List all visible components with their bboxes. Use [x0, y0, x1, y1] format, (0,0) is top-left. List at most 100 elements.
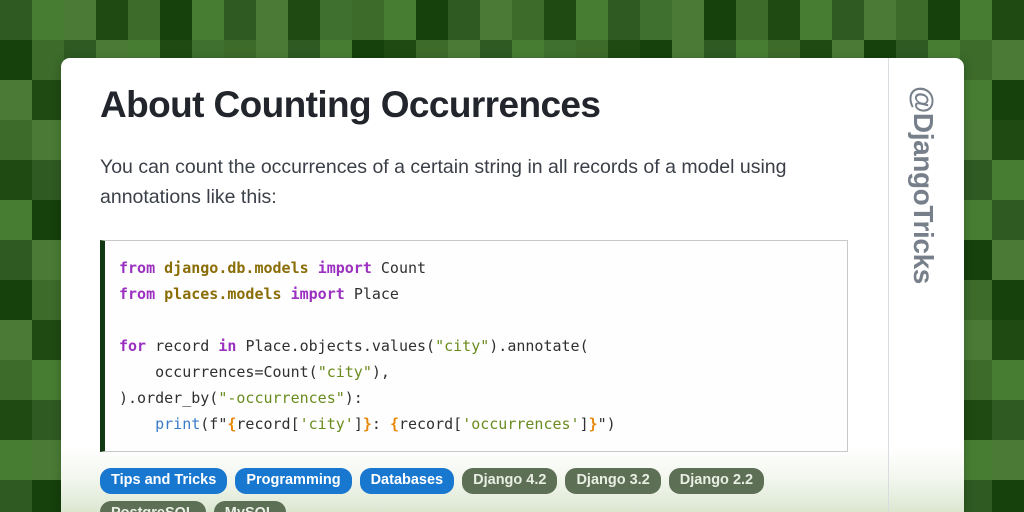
- mosaic-tile: [416, 0, 448, 40]
- mosaic-tile: [704, 0, 736, 40]
- mosaic-tile: [544, 0, 576, 40]
- mosaic-tile: [32, 0, 64, 40]
- mosaic-tile: [448, 0, 480, 40]
- mosaic-tile: [800, 0, 832, 40]
- mosaic-tile: [32, 400, 64, 440]
- code-token: from: [119, 285, 165, 303]
- code-token: in: [218, 337, 246, 355]
- intro-paragraph: You can count the occurrences of a certa…: [100, 156, 787, 208]
- mosaic-tile: [992, 200, 1024, 240]
- mosaic-tile: [32, 360, 64, 400]
- mosaic-tile: [992, 360, 1024, 400]
- mosaic-tile: [0, 0, 32, 40]
- code-token: ).order_by(: [119, 389, 219, 407]
- page-root: About Counting Occurrences You can count…: [0, 0, 1024, 512]
- tag-mysql[interactable]: MySQL: [213, 501, 286, 512]
- mosaic-tile: [992, 160, 1024, 200]
- mosaic-tile: [320, 0, 352, 40]
- mosaic-tile: [896, 0, 928, 40]
- mosaic-tile: [992, 240, 1024, 280]
- mosaic-tile: [960, 80, 992, 120]
- mosaic-tile: [96, 0, 128, 40]
- mosaic-tile: [0, 200, 32, 240]
- mosaic-tile: [0, 320, 32, 360]
- tag-programming[interactable]: Programming: [235, 468, 352, 494]
- handle-column: @DjangoTricks: [888, 58, 964, 512]
- code-token: record: [155, 337, 219, 355]
- code-token: ).annotate(: [489, 337, 589, 355]
- code-token: django.db.models: [164, 259, 318, 277]
- mosaic-tile: [192, 0, 224, 40]
- tag-django-4-2[interactable]: Django 4.2: [462, 468, 558, 494]
- code-block: from django.db.models import Count from …: [100, 240, 848, 452]
- code-token: occurrences=Count(: [119, 363, 318, 381]
- mosaic-tile: [992, 320, 1024, 360]
- tag-django-3-2[interactable]: Django 3.2: [565, 468, 661, 494]
- mosaic-tile: [384, 0, 416, 40]
- mosaic-tile: [928, 0, 960, 40]
- code-token: ):: [344, 389, 363, 407]
- mosaic-tile: [608, 0, 640, 40]
- mosaic-tile: [32, 320, 64, 360]
- mosaic-tile: [32, 440, 64, 480]
- mosaic-tile: [992, 40, 1024, 80]
- code-token: }: [362, 415, 372, 433]
- mosaic-tile: [640, 0, 672, 40]
- code-token: "city": [317, 363, 372, 381]
- code-token: from: [119, 259, 165, 277]
- mosaic-tile: [960, 0, 992, 40]
- author-handle[interactable]: @DjangoTricks: [907, 86, 939, 284]
- code-content: from django.db.models import Count from …: [119, 255, 831, 437]
- code-token: ]: [353, 415, 363, 433]
- mosaic-tile: [32, 40, 64, 80]
- tag-list: Tips and Tricks Programming Databases Djang…: [100, 468, 870, 512]
- mosaic-tile: [64, 0, 96, 40]
- mosaic-tile: [32, 240, 64, 280]
- code-token: Place: [353, 285, 399, 303]
- mosaic-tile: [864, 0, 896, 40]
- mosaic-tile: [992, 400, 1024, 440]
- mosaic-tile: [832, 0, 864, 40]
- mosaic-tile: [480, 0, 512, 40]
- mosaic-tile: [0, 400, 32, 440]
- mosaic-tile: [960, 200, 992, 240]
- mosaic-tile: [992, 480, 1024, 512]
- tag-postgresql[interactable]: PostgreSQL: [100, 501, 206, 512]
- tag-tips-and-tricks[interactable]: Tips and Tricks: [100, 468, 228, 494]
- mosaic-tile: [960, 280, 992, 320]
- mosaic-tile: [768, 0, 800, 40]
- mosaic-tile: [32, 120, 64, 160]
- tag-django-2-2[interactable]: Django 2.2: [668, 468, 765, 494]
- code-token: {: [389, 415, 399, 433]
- mosaic-tile: [960, 440, 992, 480]
- mosaic-tile: [960, 360, 992, 400]
- code-token: ]: [579, 415, 589, 433]
- mosaic-tile: [736, 0, 768, 40]
- code-token: (f": [200, 415, 228, 433]
- mosaic-tile: [512, 0, 544, 40]
- article-card: About Counting Occurrences You can count…: [61, 58, 964, 512]
- code-token: import: [290, 285, 354, 303]
- code-token: "city": [435, 337, 490, 355]
- mosaic-tile: [0, 80, 32, 120]
- code-token: :: [371, 415, 390, 433]
- mosaic-tile: [32, 200, 64, 240]
- code-token: places.models: [164, 285, 291, 303]
- mosaic-tile: [0, 40, 32, 80]
- code-token: Count: [380, 259, 427, 277]
- mosaic-tile: [256, 0, 288, 40]
- code-token: ),: [371, 363, 390, 381]
- tag-databases[interactable]: Databases: [359, 468, 455, 494]
- mosaic-tile: [992, 280, 1024, 320]
- mosaic-tile: [992, 0, 1024, 40]
- mosaic-tile: [0, 280, 32, 320]
- mosaic-tile: [0, 440, 32, 480]
- mosaic-tile: [224, 0, 256, 40]
- code-token: 'occurrences': [462, 415, 580, 433]
- mosaic-tile: [960, 400, 992, 440]
- code-token: 'city': [299, 415, 354, 433]
- code-token: print: [155, 415, 201, 433]
- mosaic-tile: [992, 440, 1024, 480]
- mosaic-tile: [960, 120, 992, 160]
- mosaic-tile: [0, 480, 32, 512]
